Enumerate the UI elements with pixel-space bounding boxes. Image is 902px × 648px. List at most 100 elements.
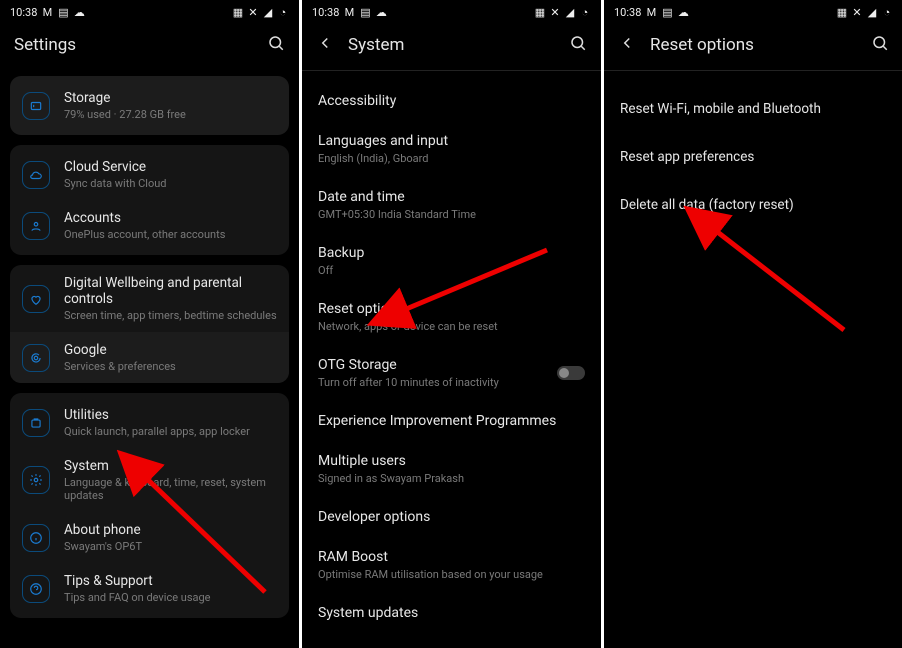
accounts-icon	[22, 212, 50, 240]
item-sub: English (India), Gboard	[318, 152, 585, 165]
back-icon[interactable]	[316, 34, 334, 56]
status-bar: 10:38 M ▤ ☁ ▦ ✕ ◢ ◔	[302, 0, 601, 24]
item-title: Delete all data (factory reset)	[620, 197, 794, 213]
utilities-icon	[22, 409, 50, 437]
calendar-icon: ▦	[534, 6, 546, 18]
status-bar: 10:38 M ▤ ☁ ▦ ✕ ◢ ◔	[604, 0, 902, 24]
tips-icon	[22, 575, 50, 603]
item-title: Developer options	[318, 509, 585, 525]
item-languages[interactable]: Languages and input English (India), Gbo…	[302, 121, 601, 177]
item-sub: Network, apps or device can be reset	[318, 320, 585, 333]
signal-icon: ◢	[262, 6, 274, 18]
item-reset-prefs[interactable]: Reset app preferences	[604, 133, 902, 181]
item-users[interactable]: Multiple users Signed in as Swayam Praka…	[302, 441, 601, 497]
item-title: Experience Improvement Programmes	[318, 413, 585, 429]
system-header: System	[302, 24, 601, 70]
row-about[interactable]: About phone Swayam's OP6T	[10, 512, 289, 563]
item-title: Accessibility	[318, 93, 585, 109]
item-otg[interactable]: OTG Storage Turn off after 10 minutes of…	[302, 345, 601, 401]
mute-icon: ✕	[247, 6, 259, 18]
item-title: OTG Storage	[318, 357, 499, 373]
row-sub: OnePlus account, other accounts	[64, 228, 225, 241]
item-title: Backup	[318, 245, 585, 261]
row-utilities[interactable]: Utilities Quick launch, parallel apps, a…	[10, 397, 289, 448]
m-icon: M	[343, 6, 355, 18]
row-title: System	[64, 458, 277, 474]
row-sub: Language & keyboard, time, reset, system…	[64, 476, 277, 502]
search-icon[interactable]	[871, 34, 889, 56]
item-sub: Optimise RAM utilisation based on your u…	[318, 568, 585, 581]
back-icon[interactable]	[618, 34, 636, 56]
item-title: Date and time	[318, 189, 585, 205]
cloud-service-icon	[22, 161, 50, 189]
item-title: System updates	[318, 605, 585, 621]
row-title: Cloud Service	[64, 159, 167, 175]
system-icon	[22, 466, 50, 494]
battery-icon: ◔	[881, 6, 893, 18]
row-accounts[interactable]: Accounts OnePlus account, other accounts	[10, 200, 289, 251]
card-system-group: Utilities Quick launch, parallel apps, a…	[10, 393, 289, 618]
battery-icon: ◔	[277, 6, 289, 18]
item-factory-reset[interactable]: Delete all data (factory reset)	[604, 181, 902, 229]
item-backup[interactable]: Backup Off	[302, 233, 601, 289]
search-icon[interactable]	[569, 34, 587, 56]
settings-header: Settings	[0, 24, 299, 70]
item-developer[interactable]: Developer options	[302, 497, 601, 537]
status-bar: 10:38 M ▤ ☁ ▦ ✕ ◢ ◔	[0, 0, 299, 24]
otg-toggle[interactable]	[557, 366, 585, 380]
row-system[interactable]: System Language & keyboard, time, reset,…	[10, 448, 289, 512]
m-icon: M	[41, 6, 53, 18]
item-datetime[interactable]: Date and time GMT+05:30 India Standard T…	[302, 177, 601, 233]
cloud-icon: ☁	[73, 6, 85, 18]
row-sub: Services & preferences	[64, 360, 176, 373]
status-time: 10:38	[312, 6, 339, 19]
card-google-group: Digital Wellbeing and parental controls …	[10, 265, 289, 383]
row-tips[interactable]: Tips & Support Tips and FAQ on device us…	[10, 563, 289, 614]
item-title: Reset Wi-Fi, mobile and Bluetooth	[620, 101, 821, 117]
status-time: 10:38	[614, 6, 641, 19]
item-ram[interactable]: RAM Boost Optimise RAM utilisation based…	[302, 537, 601, 593]
row-wellbeing[interactable]: Digital Wellbeing and parental controls …	[10, 265, 289, 332]
row-title: Digital Wellbeing and parental controls	[64, 275, 277, 307]
about-icon	[22, 524, 50, 552]
phone-reset: 10:38 M ▤ ☁ ▦ ✕ ◢ ◔ Reset options Reset …	[604, 0, 902, 648]
item-updates[interactable]: System updates	[302, 593, 601, 633]
item-sub: Turn off after 10 minutes of inactivity	[318, 376, 499, 389]
phone-settings: 10:38 M ▤ ☁ ▦ ✕ ◢ ◔ Settings Storage	[0, 0, 299, 648]
cloud-icon: ☁	[375, 6, 387, 18]
row-title: About phone	[64, 522, 142, 538]
reset-header: Reset options	[604, 24, 902, 70]
wellbeing-icon	[22, 285, 50, 313]
item-sub: GMT+05:30 India Standard Time	[318, 208, 585, 221]
item-title: Reset app preferences	[620, 149, 754, 165]
battery-icon: ◔	[579, 6, 591, 18]
google-icon	[22, 344, 50, 372]
signal-icon: ◢	[564, 6, 576, 18]
page-title: Settings	[14, 35, 76, 55]
row-title: Accounts	[64, 210, 225, 226]
item-title: Reset options	[318, 301, 585, 317]
status-time: 10:38	[10, 6, 37, 19]
row-sub: Tips and FAQ on device usage	[64, 591, 211, 604]
row-cloud[interactable]: Cloud Service Sync data with Cloud	[10, 149, 289, 200]
item-title: RAM Boost	[318, 549, 585, 565]
item-reset[interactable]: Reset options Network, apps or device ca…	[302, 289, 601, 345]
signal-icon: ◢	[866, 6, 878, 18]
row-google[interactable]: Google Services & preferences	[10, 332, 289, 383]
card-storage-group: Storage 79% used · 27.28 GB free	[10, 76, 289, 135]
item-sub: Signed in as Swayam Prakash	[318, 472, 585, 485]
calendar-icon: ▦	[836, 6, 848, 18]
search-icon[interactable]	[267, 34, 285, 56]
row-sub: Quick launch, parallel apps, app locker	[64, 425, 250, 438]
item-experience[interactable]: Experience Improvement Programmes	[302, 401, 601, 441]
item-reset-wifi[interactable]: Reset Wi-Fi, mobile and Bluetooth	[604, 85, 902, 133]
row-title: Google	[64, 342, 176, 358]
row-title: Utilities	[64, 407, 250, 423]
page-title: Reset options	[650, 35, 754, 55]
row-sub: Swayam's OP6T	[64, 540, 142, 553]
item-accessibility[interactable]: Accessibility	[302, 81, 601, 121]
row-storage[interactable]: Storage 79% used · 27.28 GB free	[10, 80, 289, 131]
page-title: System	[348, 35, 404, 55]
annotation-arrow	[699, 215, 859, 349]
item-title: Multiple users	[318, 453, 585, 469]
